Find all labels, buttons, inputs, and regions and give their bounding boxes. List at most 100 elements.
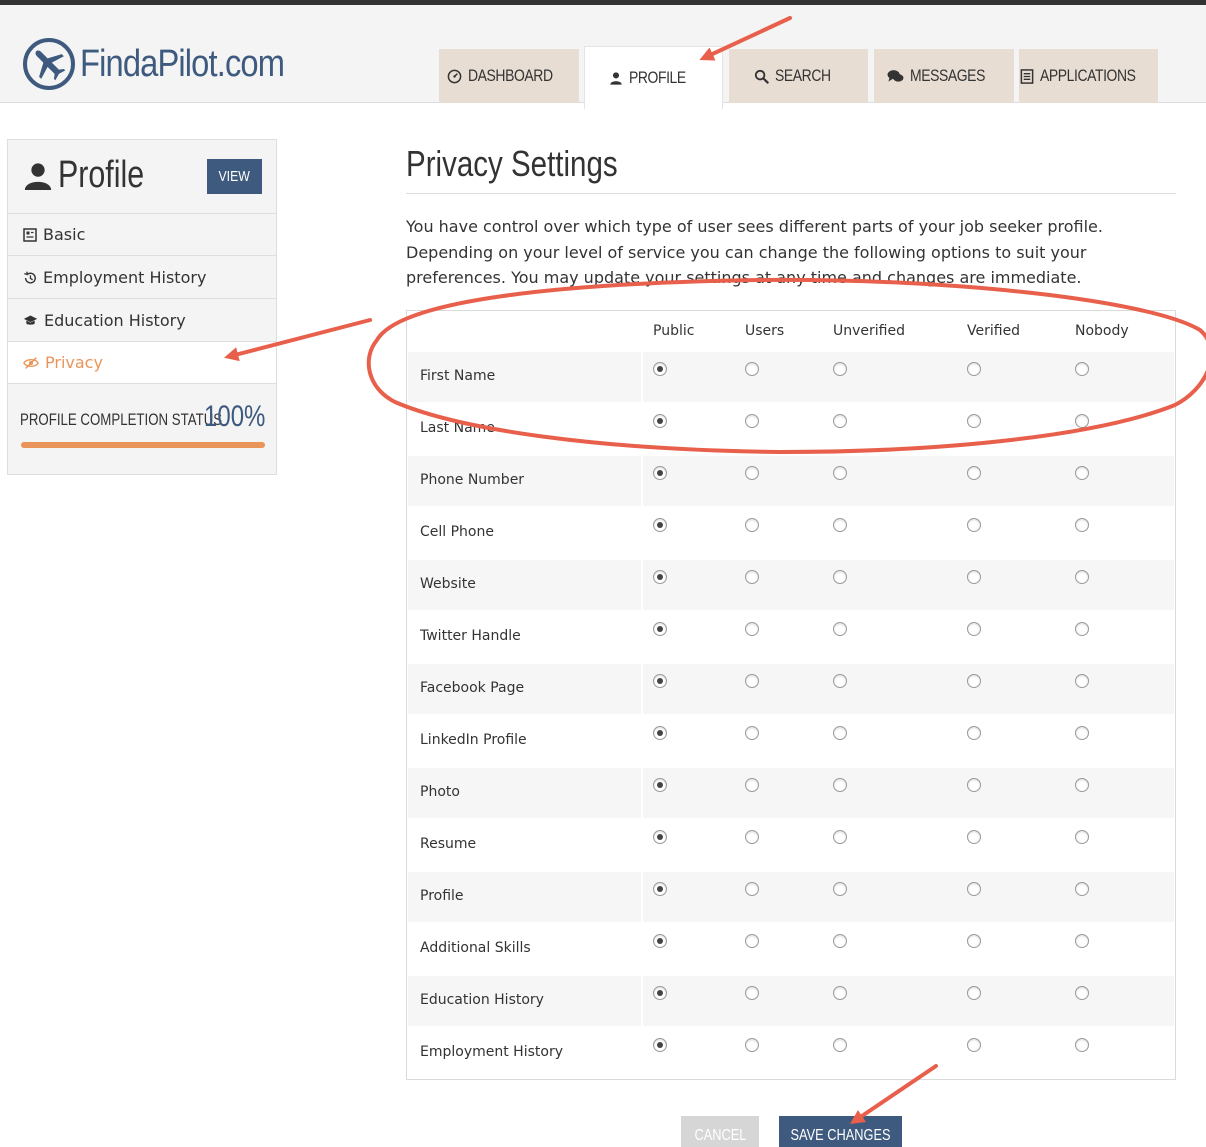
tab-applications[interactable]: APPLICATIONS: [1019, 49, 1158, 103]
radio-users[interactable]: [745, 466, 759, 480]
sidebar-header: Profile VIEW: [8, 140, 276, 214]
radio-nobody[interactable]: [1075, 362, 1089, 376]
radio-nobody[interactable]: [1075, 570, 1089, 584]
radio-verified[interactable]: [967, 362, 981, 376]
radio-public[interactable]: [653, 674, 667, 688]
table-row: Cell Phone: [408, 508, 1174, 558]
radio-verified[interactable]: [967, 986, 981, 1000]
radio-unverified[interactable]: [833, 726, 847, 740]
radio-unverified[interactable]: [833, 830, 847, 844]
id-card-icon: [23, 227, 37, 242]
radio-users[interactable]: [745, 1038, 759, 1052]
sidebar-item-basic[interactable]: Basic: [8, 214, 276, 256]
radio-verified[interactable]: [967, 830, 981, 844]
radio-nobody[interactable]: [1075, 1038, 1089, 1052]
radio-public[interactable]: [653, 1038, 667, 1052]
radio-nobody[interactable]: [1075, 986, 1089, 1000]
row-separator: [641, 508, 643, 558]
table-row: Facebook Page: [408, 664, 1174, 714]
radio-public[interactable]: [653, 778, 667, 792]
radio-nobody[interactable]: [1075, 466, 1089, 480]
radio-public[interactable]: [653, 986, 667, 1000]
radio-verified[interactable]: [967, 882, 981, 896]
cancel-button[interactable]: CANCEL: [681, 1116, 759, 1147]
radio-verified[interactable]: [967, 414, 981, 428]
radio-public[interactable]: [653, 830, 667, 844]
radio-verified[interactable]: [967, 570, 981, 584]
row-label: Additional Skills: [420, 940, 531, 956]
radio-public[interactable]: [653, 466, 667, 480]
radio-users[interactable]: [745, 414, 759, 428]
radio-unverified[interactable]: [833, 570, 847, 584]
radio-unverified[interactable]: [833, 674, 847, 688]
radio-nobody[interactable]: [1075, 882, 1089, 896]
radio-nobody[interactable]: [1075, 830, 1089, 844]
tab-dashboard[interactable]: DASHBOARD: [439, 49, 579, 103]
radio-verified[interactable]: [967, 726, 981, 740]
view-profile-button[interactable]: VIEW: [207, 159, 262, 194]
radio-unverified[interactable]: [833, 986, 847, 1000]
radio-nobody[interactable]: [1075, 622, 1089, 636]
radio-users[interactable]: [745, 518, 759, 532]
radio-users[interactable]: [745, 570, 759, 584]
radio-unverified[interactable]: [833, 518, 847, 532]
radio-unverified[interactable]: [833, 362, 847, 376]
tab-profile[interactable]: PROFILE: [584, 46, 723, 109]
radio-users[interactable]: [745, 362, 759, 376]
radio-users[interactable]: [745, 622, 759, 636]
radio-public[interactable]: [653, 414, 667, 428]
view-profile-label: VIEW: [218, 168, 251, 185]
radio-public[interactable]: [653, 934, 667, 948]
tab-search[interactable]: SEARCH: [729, 49, 868, 103]
sidebar-item-employment-history[interactable]: Employment History: [8, 257, 276, 299]
row-separator: [641, 872, 643, 922]
radio-public[interactable]: [653, 622, 667, 636]
sidebar-title: Profile: [58, 154, 145, 196]
radio-public[interactable]: [653, 726, 667, 740]
sidebar-item-education-history[interactable]: Education History: [8, 300, 276, 342]
radio-unverified[interactable]: [833, 778, 847, 792]
radio-verified[interactable]: [967, 934, 981, 948]
column-header-verified: Verified: [967, 323, 1021, 339]
radio-nobody[interactable]: [1075, 778, 1089, 792]
radio-unverified[interactable]: [833, 1038, 847, 1052]
radio-users[interactable]: [745, 934, 759, 948]
page-title: Privacy Settings: [406, 143, 618, 184]
radio-unverified[interactable]: [833, 414, 847, 428]
radio-verified[interactable]: [967, 674, 981, 688]
radio-users[interactable]: [745, 986, 759, 1000]
column-header-public: Public: [653, 323, 695, 339]
radio-verified[interactable]: [967, 778, 981, 792]
radio-public[interactable]: [653, 570, 667, 584]
radio-users[interactable]: [745, 882, 759, 896]
radio-public[interactable]: [653, 362, 667, 376]
save-changes-button[interactable]: SAVE CHANGES: [779, 1116, 902, 1147]
radio-users[interactable]: [745, 674, 759, 688]
tab-messages[interactable]: MESSAGES: [874, 49, 1014, 103]
radio-verified[interactable]: [967, 466, 981, 480]
radio-unverified[interactable]: [833, 622, 847, 636]
radio-verified[interactable]: [967, 622, 981, 636]
radio-nobody[interactable]: [1075, 518, 1089, 532]
row-separator: [641, 560, 643, 610]
radio-public[interactable]: [653, 882, 667, 896]
radio-nobody[interactable]: [1075, 934, 1089, 948]
sidebar-item-privacy[interactable]: Privacy: [8, 342, 276, 384]
sidebar-item-label: Education History: [44, 311, 186, 330]
radio-verified[interactable]: [967, 518, 981, 532]
radio-public[interactable]: [653, 518, 667, 532]
radio-users[interactable]: [745, 726, 759, 740]
site-logo[interactable]: FindaPilot.com: [22, 37, 292, 97]
radio-users[interactable]: [745, 830, 759, 844]
radio-users[interactable]: [745, 778, 759, 792]
row-label: Photo: [420, 784, 460, 800]
radio-unverified[interactable]: [833, 934, 847, 948]
radio-nobody[interactable]: [1075, 674, 1089, 688]
radio-unverified[interactable]: [833, 882, 847, 896]
tab-label: PROFILE: [628, 68, 686, 87]
radio-nobody[interactable]: [1075, 414, 1089, 428]
radio-unverified[interactable]: [833, 466, 847, 480]
tab-label: MESSAGES: [909, 66, 985, 85]
radio-nobody[interactable]: [1075, 726, 1089, 740]
radio-verified[interactable]: [967, 1038, 981, 1052]
